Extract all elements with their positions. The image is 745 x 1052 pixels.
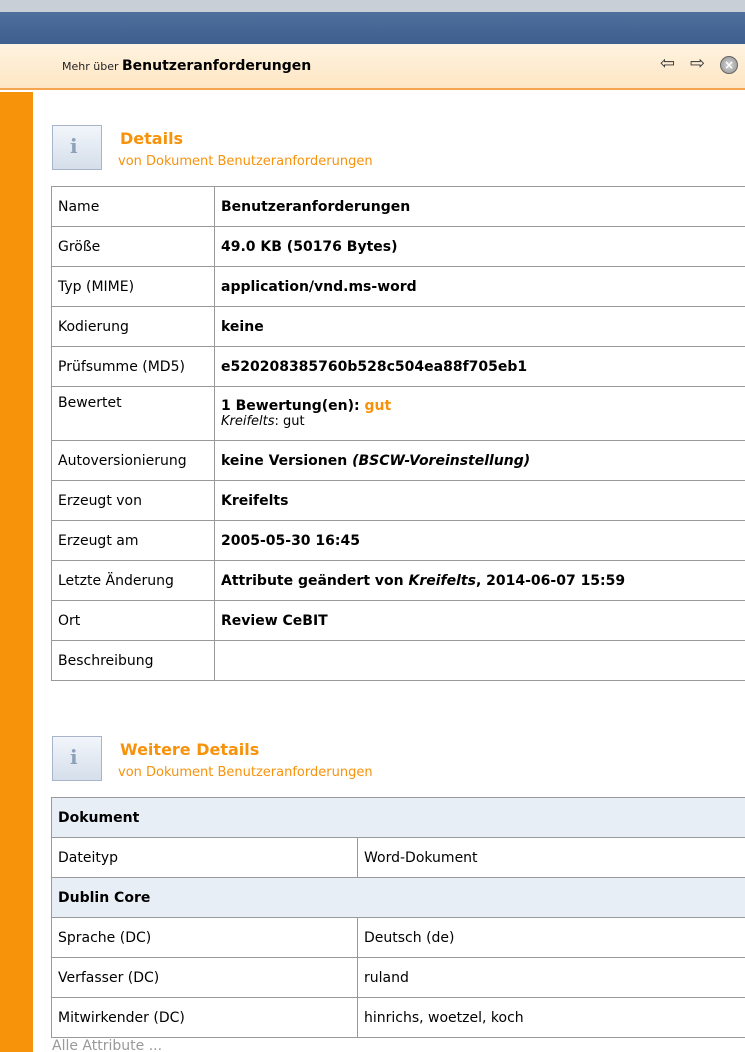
- row-value: Deutsch (de): [357, 917, 745, 958]
- row-label: Größe: [51, 226, 215, 267]
- row-value-rating: 1 Bewertung(en): gut Kreifelts: gut: [214, 386, 745, 441]
- row-value: [214, 640, 745, 681]
- group-row-dublin-core: Dublin Core: [51, 877, 745, 918]
- row-label: Sprache (DC): [51, 917, 358, 958]
- row-value: Kreifelts: [214, 480, 745, 521]
- table-row: Größe 49.0 KB (50176 Bytes): [51, 226, 745, 267]
- autoversion-value: keine Versionen: [221, 452, 348, 469]
- row-value: Review CeBIT: [214, 600, 745, 641]
- header-document-name: Benutzeranforderungen: [122, 58, 312, 74]
- row-label: Bewertet: [51, 386, 215, 441]
- arrow-left-icon[interactable]: ⇦: [660, 54, 675, 74]
- row-label: Prüfsumme (MD5): [51, 346, 215, 387]
- rater-name: Kreifelts: [221, 414, 275, 429]
- table-row: Mitwirkender (DC) hinrichs, woetzel, koc…: [51, 997, 745, 1038]
- row-label: Ort: [51, 600, 215, 641]
- autoversion-note: (BSCW-Voreinstellung): [352, 452, 531, 469]
- rater-line: Kreifelts: gut: [221, 414, 744, 429]
- table-row: Erzeugt von Kreifelts: [51, 480, 745, 521]
- row-value: hinrichs, woetzel, koch: [357, 997, 745, 1038]
- last-change-user: Kreifelts: [408, 572, 476, 589]
- row-label: Mitwirkender (DC): [51, 997, 358, 1038]
- header-title: Mehr über Benutzeranforderungen: [62, 58, 311, 74]
- group-label: Dokument: [51, 797, 745, 838]
- table-row: Verfasser (DC) ruland: [51, 957, 745, 998]
- details-subtitle: von Dokument Benutzeranforderungen: [118, 154, 373, 169]
- row-value: 49.0 KB (50176 Bytes): [214, 226, 745, 267]
- row-label: Letzte Änderung: [51, 560, 215, 601]
- more-details-title: Weitere Details: [120, 740, 260, 759]
- row-value: e520208385760b528c504ea88f705eb1: [214, 346, 745, 387]
- info-icon: i: [52, 125, 102, 170]
- row-label: Verfasser (DC): [51, 957, 358, 998]
- more-details-subtitle: von Dokument Benutzeranforderungen: [118, 765, 373, 780]
- row-label: Erzeugt von: [51, 480, 215, 521]
- rater-rating: : gut: [274, 414, 305, 429]
- row-value: application/vnd.ms-word: [214, 266, 745, 307]
- header-prefix: Mehr über: [62, 60, 119, 73]
- table-row: Typ (MIME) application/vnd.ms-word: [51, 266, 745, 307]
- more-details-table: Dokument Dateityp Word-Dokument Dublin C…: [51, 797, 745, 1038]
- last-change-date: , 2014-06-07 15:59: [475, 572, 626, 589]
- left-accent-bar: [0, 92, 33, 1052]
- row-label: Typ (MIME): [51, 266, 215, 307]
- table-row: Name Benutzeranforderungen: [51, 186, 745, 227]
- table-row: Dateityp Word-Dokument: [51, 837, 745, 878]
- row-value: 2005-05-30 16:45: [214, 520, 745, 561]
- table-row: Kodierung keine: [51, 306, 745, 347]
- row-label: Name: [51, 186, 215, 227]
- last-change-text: Attribute geändert von: [221, 572, 404, 589]
- row-label: Kodierung: [51, 306, 215, 347]
- row-value: Benutzeranforderungen: [214, 186, 745, 227]
- arrow-right-icon[interactable]: ⇨: [690, 54, 705, 74]
- details-title: Details: [120, 129, 184, 148]
- row-value: Word-Dokument: [357, 837, 745, 878]
- row-label: Dateityp: [51, 837, 358, 878]
- group-label: Dublin Core: [51, 877, 745, 918]
- info-header-bar: Mehr über Benutzeranforderungen ⇦ ⇨ ×: [0, 44, 745, 90]
- close-icon[interactable]: ×: [720, 56, 738, 74]
- table-row: Bewertet 1 Bewertung(en): gut Kreifelts:…: [51, 386, 745, 441]
- table-row: Sprache (DC) Deutsch (de): [51, 917, 745, 958]
- row-label: Erzeugt am: [51, 520, 215, 561]
- table-row: Prüfsumme (MD5) e520208385760b528c504ea8…: [51, 346, 745, 387]
- details-table: Name Benutzeranforderungen Größe 49.0 KB…: [51, 186, 745, 681]
- row-label: Autoversionierung: [51, 440, 215, 481]
- row-value: ruland: [357, 957, 745, 998]
- top-window-bar: [0, 0, 745, 44]
- row-value: keine Versionen (BSCW-Voreinstellung): [214, 440, 745, 481]
- rating-link[interactable]: gut: [365, 398, 392, 414]
- row-label: Beschreibung: [51, 640, 215, 681]
- rating-count: 1 Bewertung(en):: [221, 398, 360, 414]
- table-row: Beschreibung: [51, 640, 745, 681]
- table-row: Autoversionierung keine Versionen (BSCW-…: [51, 440, 745, 481]
- all-attributes-link[interactable]: Alle Attribute ...: [52, 1038, 162, 1052]
- info-icon: i: [52, 736, 102, 781]
- table-row: Erzeugt am 2005-05-30 16:45: [51, 520, 745, 561]
- group-row-document: Dokument: [51, 797, 745, 838]
- row-value: Attribute geändert von Kreifelts, 2014-0…: [214, 560, 745, 601]
- table-row: Letzte Änderung Attribute geändert von K…: [51, 560, 745, 601]
- table-row: Ort Review CeBIT: [51, 600, 745, 641]
- row-value: keine: [214, 306, 745, 347]
